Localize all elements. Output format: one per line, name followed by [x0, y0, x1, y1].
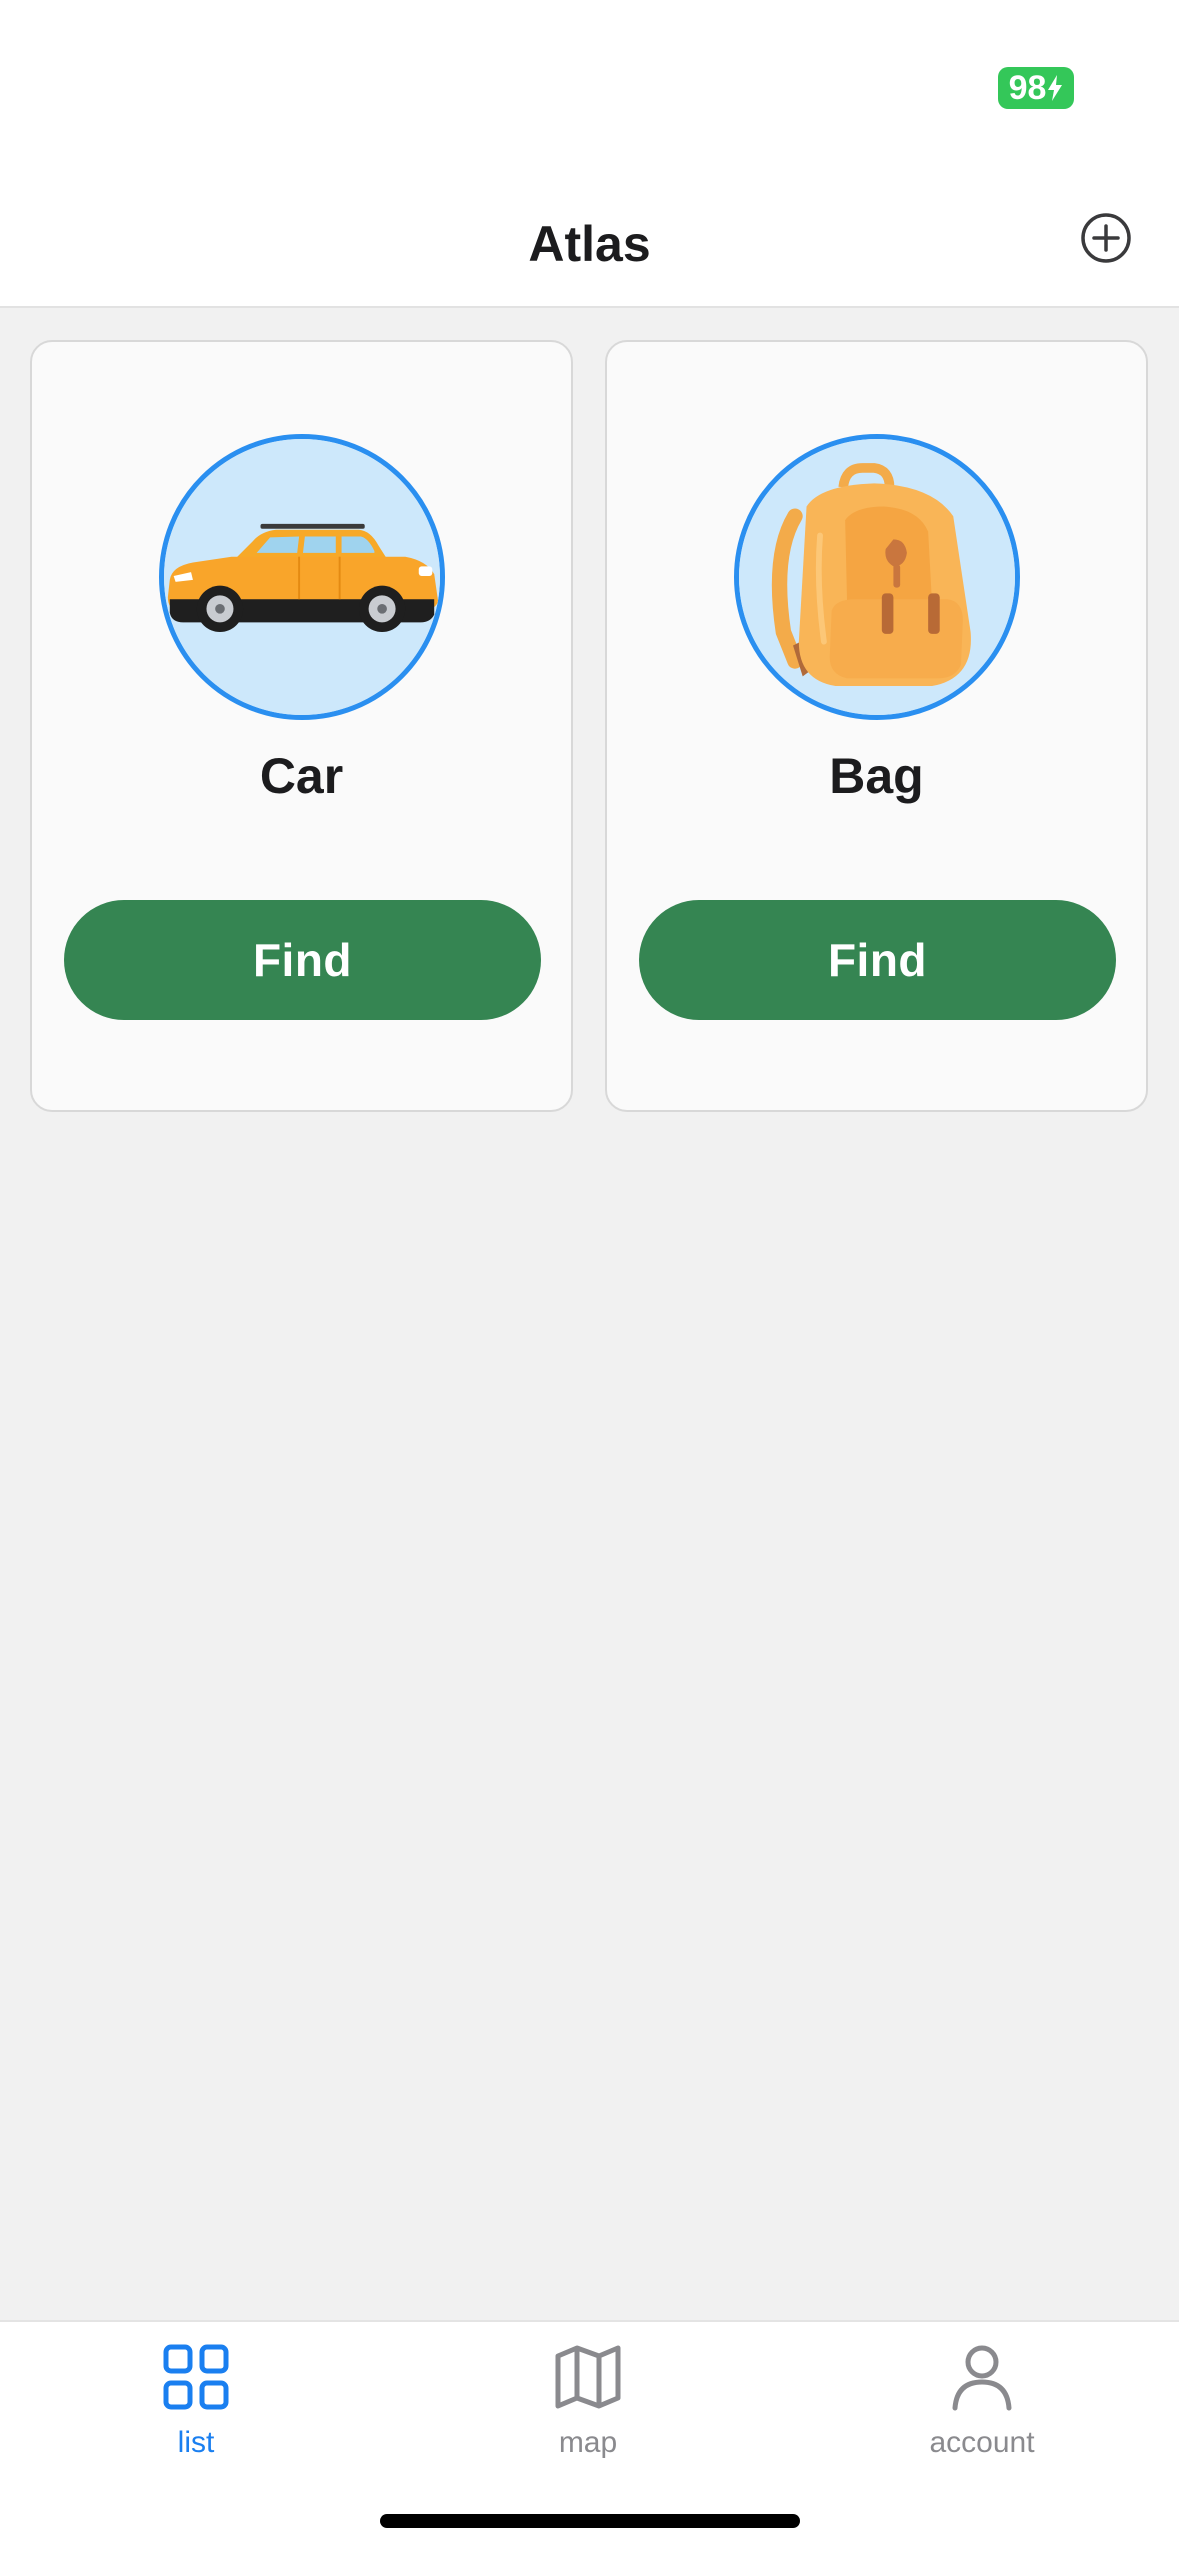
charging-bolt-icon [1048, 75, 1063, 101]
tab-account[interactable]: account [882, 2342, 1082, 2492]
nav-header: Atlas [0, 190, 1179, 308]
item-label-bag: Bag [829, 748, 924, 804]
item-card-car: Car Find [30, 340, 573, 1112]
tab-map[interactable]: map [488, 2342, 688, 2492]
find-bag-button[interactable]: Find [639, 900, 1116, 1020]
battery-indicator: 98 [998, 67, 1074, 109]
tab-account-label: account [929, 2426, 1035, 2459]
item-card-bag: Bag Find [605, 340, 1148, 1112]
grid-icon [163, 2344, 229, 2410]
map-icon [555, 2345, 621, 2409]
find-car-button[interactable]: Find [64, 900, 541, 1020]
app-screen: 98 Atlas Car Find Bag Find list map acco… [0, 0, 1179, 2556]
status-bar: 98 [0, 0, 1179, 190]
person-icon [952, 2345, 1012, 2411]
backpack-image [739, 439, 1015, 715]
battery-level: 98 [1008, 69, 1047, 107]
plus-circle-icon [1081, 213, 1131, 263]
car-image [164, 439, 440, 715]
tab-list-label: list [177, 2426, 215, 2459]
home-indicator[interactable] [380, 2514, 800, 2528]
tab-map-label: map [558, 2426, 618, 2459]
page-title: Atlas [528, 216, 651, 272]
bag-avatar [734, 434, 1020, 720]
item-label-car: Car [259, 748, 344, 804]
car-avatar [159, 434, 445, 720]
add-item-button[interactable] [1080, 212, 1132, 264]
tab-list[interactable]: list [96, 2342, 296, 2492]
